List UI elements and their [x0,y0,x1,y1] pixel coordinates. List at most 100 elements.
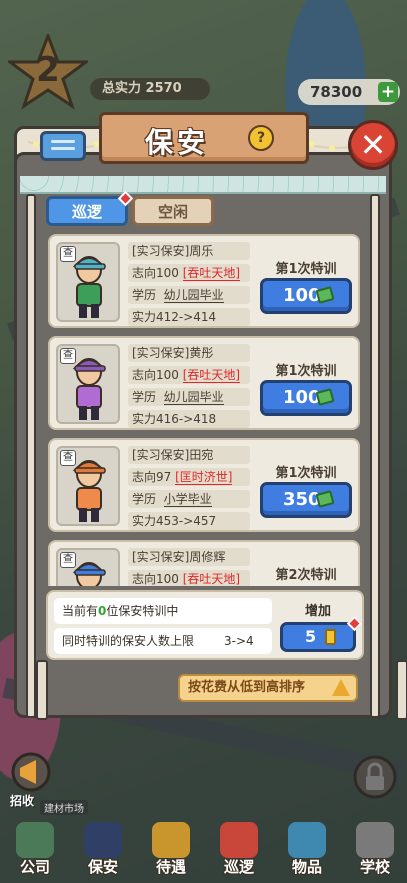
sort-label: 按花费从低到高排序 [188,680,306,695]
guard-card: 查[实习保安]周修辉志向100 [吞吐天地]学历 幼儿园毕业第2次特训 [48,540,360,586]
guard-list[interactable]: 查 [实习保安]周乐 志向100 [吞吐天地] 学历 幼儿园毕业 实力412->414 第… [48,232,360,586]
guard-education: 学历 小学毕业 [128,490,250,508]
cash-icon [315,286,335,304]
nav-item-0[interactable]: 公司 [2,818,68,883]
current-training-line: 当前有0位保安特训中 [54,598,272,624]
lock-icon [353,755,397,799]
nav-label: 物品 [291,858,322,876]
cash-icon [315,490,335,508]
guard-avatar[interactable]: 查 [56,242,120,322]
guard-education: 学历 幼儿园毕业 [128,388,250,406]
inspect-tag[interactable]: 查 [60,450,76,466]
ambition-value: 志向100 [132,572,179,586]
guard-avatar[interactable]: 查 [56,446,120,526]
tab-idle[interactable]: 空闲 [132,196,214,226]
nav-item-3[interactable]: 巡逻 [206,818,272,883]
current-suffix: 位保安特训中 [106,604,179,618]
ambition-trait: [匡时济世] [175,470,233,485]
total-power: 总实力 2570 [90,78,210,100]
current-prefix: 当前有 [62,604,99,618]
train-button[interactable]: 100 [260,278,352,314]
guard-name: [实习保安]周乐 [128,242,250,260]
level-number: 2 [36,50,60,90]
add-limit-button[interactable]: 5 [280,615,363,652]
rope-post-right [396,660,407,720]
money-value: 78300 [310,83,363,101]
guard-card: 查 [实习保安]黄彤 志向100 [吞吐天地] 学历 幼儿园毕业 实力416->418 第… [48,336,360,430]
limit-label: 同时特训的保安人数上限 [62,634,195,648]
sort-button[interactable]: 按花费从低到高排序 [178,674,358,702]
guard-education: 学历 幼儿园毕业 [128,286,250,304]
gold-bar-icon [325,629,336,645]
add-limit-label: 增加 [304,604,331,619]
training-summary: 当前有0位保安特训中 同时特训的保安人数上限 3->4 增加 5 [46,590,364,660]
guard-ambition: 志向97 [匡时济世] [128,468,250,486]
recruit-label: 招收 [10,794,35,808]
nav-item-2[interactable]: 待遇 [138,818,204,883]
nav-label: 公司 [19,858,50,876]
inspect-tag[interactable]: 查 [60,246,76,262]
nav-item-4[interactable]: 物品 [274,818,340,883]
train-cost: 100 [283,387,321,408]
close-icon: ✕ [359,126,387,164]
help-button[interactable]: ? [248,125,274,151]
awning-decoration [20,176,386,194]
nav-icon [84,822,122,858]
guard-power: 实力412->414 [128,308,250,326]
guard-power: 实力453->457 [128,512,250,530]
guard-card: 查 [实习保安]周乐 志向100 [吞吐天地] 学历 幼儿园毕业 实力412->414 第… [48,234,360,328]
money-counter: 78300 + [298,79,400,105]
train-cost: 100 [283,285,321,306]
add-money-button[interactable]: + [378,82,398,102]
training-count-label: 第1次特训 [275,466,337,481]
guard-name: [实习保安]田宛 [128,446,250,464]
close-button[interactable]: ✕ [348,120,398,170]
market-label: 建材市场 [40,800,88,815]
ambition-trait: [吞吐天地] [182,266,241,281]
chat-line-icon [51,147,75,150]
guard-name: [实习保安]周修辉 [128,548,250,566]
inspect-tag[interactable]: 查 [60,348,76,364]
train-button[interactable]: 350 [260,482,352,518]
train-button[interactable]: 100 [260,380,352,416]
guard-ambition: 志向100 [吞吐天地] [128,570,250,586]
training-count-label: 第2次特训 [275,568,337,583]
tab-label: 空闲 [157,203,188,221]
tab-patrol[interactable]: 巡逻 [46,190,134,226]
inspect-tag[interactable]: 查 [60,552,76,568]
add-limit-cost: 5 [305,627,317,646]
education-value: 小学毕业 [163,492,212,507]
training-count-label: 第1次特训 [275,262,337,277]
ambition-trait: [吞吐天地] [182,572,241,586]
ambition-trait: [吞吐天地] [182,368,241,383]
nav-label: 巡逻 [223,858,254,876]
guard-card: 查 [实习保安]田宛 志向97 [匡时济世] 学历 小学毕业 实力453->457 第1次… [48,438,360,532]
education-value: 幼儿园毕业 [163,390,224,405]
chat-button[interactable] [40,131,86,161]
nav-item-1[interactable]: 保安 [70,818,136,883]
ambition-value: 志向100 [132,368,179,382]
tab-label: 巡逻 [71,203,102,221]
warning-icon [332,679,350,696]
nav-item-5[interactable]: 学校 [342,818,407,883]
chat-line-icon [51,140,75,143]
guard-ambition: 志向100 [吞吐天地] [128,366,250,384]
education-label: 学历 [132,492,157,506]
bottom-nav: 公司 保安 待遇 巡逻 物品 学校 [0,818,407,883]
ambition-value: 志向97 [132,470,172,484]
ambition-value: 志向100 [132,266,179,280]
guard-avatar[interactable]: 查 [56,548,120,586]
guard-avatar[interactable]: 查 [56,344,120,424]
limit-value: 3->4 [224,634,254,648]
nav-label: 保安 [87,858,118,876]
limit-line: 同时特训的保安人数上限 3->4 [54,628,272,654]
locked-button[interactable] [350,752,400,810]
cash-icon [315,388,335,406]
guard-ambition: 志向100 [吞吐天地] [128,264,250,282]
nav-icon [16,822,54,858]
nav-icon [288,822,326,858]
title-plate: 保安 ? [99,112,309,164]
education-label: 学历 [132,288,157,302]
education-label: 学历 [132,390,157,404]
guard-power: 实力416->418 [128,410,250,428]
